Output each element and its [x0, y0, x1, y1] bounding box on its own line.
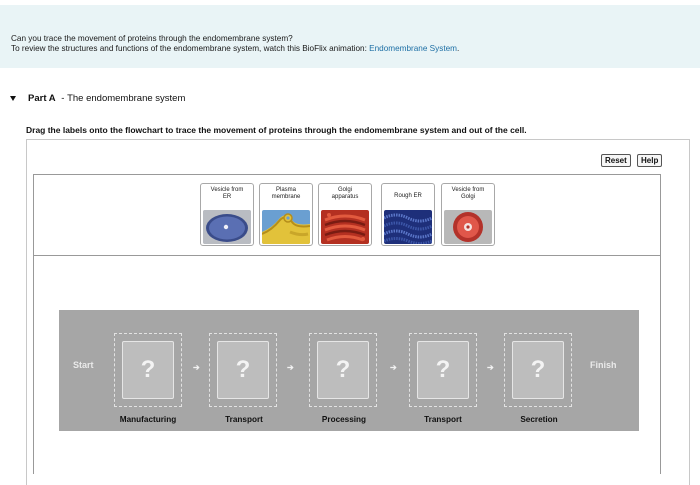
placeholder-box: ?: [512, 341, 564, 399]
question-mark-icon: ?: [530, 356, 546, 383]
drop-target-2[interactable]: ?: [209, 333, 277, 407]
stage-label-secretion: Secretion: [520, 415, 558, 424]
question-mark-icon: ?: [140, 356, 156, 383]
flow-arrow-icon: ➔: [287, 363, 294, 372]
part-separator: -: [58, 93, 68, 104]
intro-question: Can you trace the movement of proteins t…: [11, 34, 293, 43]
stage-label-transport-2: Transport: [424, 415, 462, 424]
drop-target-4[interactable]: ?: [409, 333, 477, 407]
label-text: Golgi apparatus: [331, 187, 359, 200]
start-label: Start: [73, 360, 94, 370]
label-vesicle-from-golgi[interactable]: Vesicle from Golgi: [441, 183, 495, 246]
flow-arrow-icon: ➔: [487, 363, 494, 372]
placeholder-box: ?: [317, 341, 369, 399]
part-label: Part A: [28, 93, 56, 104]
question-mark-icon: ?: [435, 356, 451, 383]
placeholder-box: ?: [417, 341, 469, 399]
part-a-header[interactable]: Part A - The endomembrane system: [10, 93, 185, 104]
flow-arrow-icon: ➔: [193, 363, 200, 372]
stage-label-processing: Processing: [321, 415, 367, 424]
label-text: Rough ER: [394, 193, 422, 199]
label-bank-divider: [33, 255, 661, 256]
label-rough-er[interactable]: Rough ER: [381, 183, 435, 246]
placeholder-box: ?: [217, 341, 269, 399]
drop-target-5[interactable]: ?: [504, 333, 572, 407]
collapse-triangle-icon[interactable]: [10, 96, 16, 101]
drop-target-3[interactable]: ?: [309, 333, 377, 407]
rough-er-image: [384, 210, 432, 244]
golgi-apparatus-image: [321, 210, 369, 244]
part-title: The endomembrane system: [67, 93, 186, 104]
instruction-text: Drag the labels onto the flowchart to tr…: [26, 125, 527, 135]
plasma-membrane-image: [262, 210, 310, 244]
question-mark-icon: ?: [235, 356, 251, 383]
vesicle-golgi-image: [444, 210, 492, 244]
finish-label: Finish: [590, 360, 617, 370]
intro-panel: Can you trace the movement of proteins t…: [0, 5, 700, 68]
question-mark-icon: ?: [335, 356, 351, 383]
label-plasma-membrane[interactable]: Plasma membrane: [259, 183, 313, 246]
stage-label-manufacturing: Manufacturing: [119, 415, 177, 424]
intro-review: To review the structures and functions o…: [11, 44, 460, 53]
label-text: Plasma membrane: [271, 187, 301, 200]
placeholder-box: ?: [122, 341, 174, 399]
label-text: Vesicle from ER: [210, 187, 244, 200]
vesicle-er-image: [203, 210, 251, 244]
reset-button[interactable]: Reset: [601, 154, 631, 167]
stage-label-transport: Transport: [225, 415, 263, 424]
label-golgi-apparatus[interactable]: Golgi apparatus: [318, 183, 372, 246]
endomembrane-system-link[interactable]: Endomembrane System: [369, 44, 457, 53]
label-vesicle-from-er[interactable]: Vesicle from ER: [200, 183, 254, 246]
flow-arrow-icon: ➔: [390, 363, 397, 372]
drop-target-1[interactable]: ?: [114, 333, 182, 407]
label-text: Vesicle from Golgi: [451, 187, 485, 200]
help-button[interactable]: Help: [637, 154, 663, 167]
